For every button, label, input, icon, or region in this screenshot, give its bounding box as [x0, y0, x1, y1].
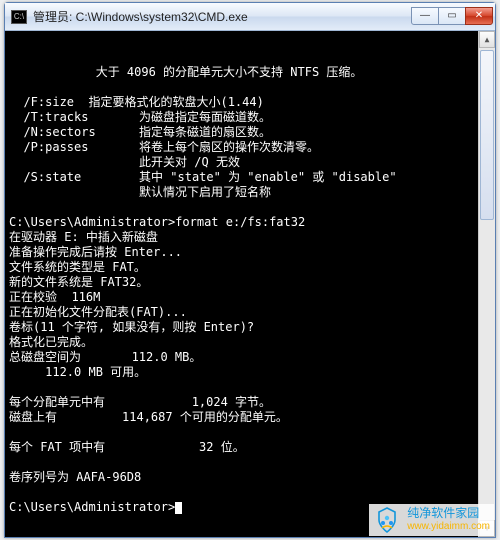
console-line: 准备操作完成后请按 Enter...: [9, 245, 182, 259]
console-prompt: C:\Users\Administrator>format e:/fs:fat3…: [9, 215, 305, 229]
watermark: 纯净软件家园 www.yidaimm.com: [369, 504, 494, 536]
window-title: 管理员: C:\Windows\system32\CMD.exe: [33, 8, 412, 25]
console-line: 新的文件系统是 FAT32。: [9, 275, 148, 289]
console-line: 112.0 MB 可用。: [9, 365, 146, 379]
titlebar[interactable]: C:\ 管理员: C:\Windows\system32\CMD.exe — ▭…: [5, 3, 495, 31]
console-prompt: C:\Users\Administrator>: [9, 500, 175, 514]
console-line: 总磁盘空间为 112.0 MB。: [9, 350, 201, 364]
console-line: 大于 4096 的分配单元大小不支持 NTFS 压缩。: [9, 65, 362, 79]
watermark-url: www.yidaimm.com: [407, 520, 490, 534]
cmd-icon: C:\: [11, 10, 27, 24]
console-line: /F:size 指定要格式化的软盘大小(1.44): [9, 95, 264, 109]
vertical-scrollbar[interactable]: ▲ ▼: [478, 31, 495, 537]
console-line: /T:tracks 为磁盘指定每面磁道数。: [9, 110, 271, 124]
watermark-text: 纯净软件家园 www.yidaimm.com: [407, 506, 490, 534]
cmd-window: C:\ 管理员: C:\Windows\system32\CMD.exe — ▭…: [4, 2, 496, 538]
console-line: 每个 FAT 项中有 32 位。: [9, 440, 245, 454]
console-line: 卷标(11 个字符, 如果没有，则按 Enter)?: [9, 320, 254, 334]
maximize-button[interactable]: ▭: [438, 7, 466, 25]
cursor: [175, 502, 182, 514]
console-line: 默认情况下启用了短名称: [9, 185, 271, 199]
console-line: 此开关对 /Q 无效: [9, 155, 240, 169]
console-line: 在驱动器 E: 中插入新磁盘: [9, 230, 158, 244]
console-line: /N:sectors 指定每条磁道的扇区数。: [9, 125, 271, 139]
scroll-up-button[interactable]: ▲: [479, 31, 495, 48]
scroll-thumb[interactable]: [480, 50, 494, 220]
console-line: /S:state 其中 "state" 为 "enable" 或 "disabl…: [9, 170, 397, 184]
minimize-button[interactable]: —: [411, 7, 439, 25]
console-line: 磁盘上有 114,687 个可用的分配单元。: [9, 410, 288, 424]
close-button[interactable]: ✕: [465, 7, 493, 25]
console-line: 正在校验 116M: [9, 290, 100, 304]
window-controls: — ▭ ✕: [412, 7, 493, 27]
console-line: /P:passes 将卷上每个扇区的操作次数清零。: [9, 140, 319, 154]
watermark-name: 纯净软件家园: [407, 506, 490, 520]
watermark-icon: [373, 506, 401, 534]
console-line: 正在初始化文件分配表(FAT)...: [9, 305, 187, 319]
console-line: 卷序列号为 AAFA-96D8: [9, 470, 141, 484]
scroll-track[interactable]: [479, 48, 495, 520]
console-line: 每个分配单元中有 1,024 字节。: [9, 395, 271, 409]
console-area[interactable]: 大于 4096 的分配单元大小不支持 NTFS 压缩。 /F:size 指定要格…: [5, 31, 495, 537]
console-line: 格式化已完成。: [9, 335, 93, 349]
console-line: 文件系统的类型是 FAT。: [9, 260, 146, 274]
